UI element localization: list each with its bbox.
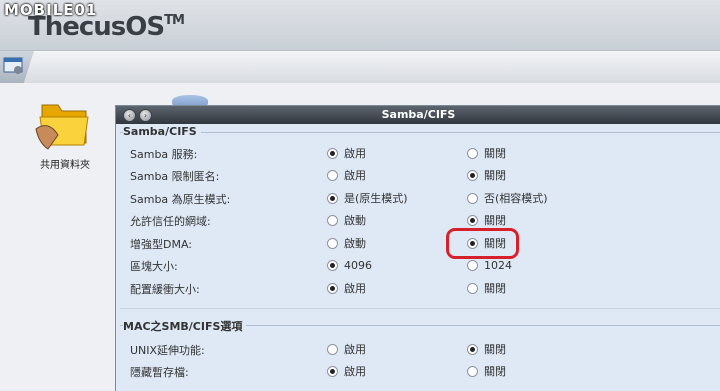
block-size-label: 區塊大小:	[130, 260, 178, 273]
trusted-domain-disable-radio[interactable]: 關閉	[467, 214, 506, 228]
block-size-1024-radio[interactable]: 1024	[467, 259, 512, 273]
window-titlebar: Samba/CIFS	[116, 106, 720, 124]
samba-anon-label: Samba 限制匿名:	[130, 170, 220, 183]
samba-service-label: Samba 服務:	[130, 148, 198, 161]
samba-native-yes-radio[interactable]: 是(原生模式)	[327, 192, 408, 206]
buffer-size-disable-radio[interactable]: 關閉	[467, 282, 506, 296]
block-size-4096-radio[interactable]: 4096	[327, 259, 372, 273]
section-divider	[120, 132, 720, 133]
red-highlight-annotation	[446, 228, 519, 259]
window-title: Samba/CIFS	[381, 108, 456, 121]
unix-ext-label: UNIX延伸功能:	[130, 344, 205, 357]
shared-folder-desktop-icon[interactable]	[34, 95, 94, 154]
samba-cifs-window: Samba/CIFS ‹ › Samba/CIFS Samba 服務: 啟用 關…	[115, 105, 720, 391]
hide-temp-disable-radio[interactable]: 關閉	[467, 365, 506, 379]
forward-arrow-icon[interactable]: ›	[139, 109, 152, 122]
shared-folder-label[interactable]: 共用資料夾	[30, 156, 100, 171]
trusted-domain-label: 允許信任的網域:	[130, 215, 211, 228]
network-settings-icon	[3, 57, 23, 74]
top-banner: ThecusOSTM MOBILE01	[0, 0, 720, 50]
watermark: MOBILE01	[4, 1, 98, 19]
samba-anon-enable-radio[interactable]: 啟用	[327, 169, 366, 183]
trusted-domain-enable-radio[interactable]: 啟動	[327, 214, 366, 228]
unix-ext-disable-radio[interactable]: 關閉	[467, 343, 506, 357]
buffer-size-label: 配置緩衝大小:	[130, 283, 200, 296]
shared-folder-icon	[35, 104, 89, 150]
network-settings-button[interactable]	[0, 51, 34, 83]
section-title-samba: Samba/CIFS	[123, 125, 201, 138]
samba-native-no-radio[interactable]: 否(相容模式)	[467, 192, 548, 206]
hide-temp-enable-radio[interactable]: 啟用	[327, 365, 366, 379]
buffer-size-enable-radio[interactable]: 啟用	[327, 282, 366, 296]
section-title-mac: MAC之SMB/CIFS選項	[123, 318, 247, 334]
back-arrow-icon[interactable]: ‹	[123, 109, 136, 122]
section-separator	[120, 308, 720, 309]
samba-native-label: Samba 為原生模式:	[130, 193, 231, 206]
enhanced-dma-label: 增強型DMA:	[130, 238, 192, 251]
samba-service-enable-radio[interactable]: 啟用	[327, 147, 366, 161]
toolbar	[0, 50, 720, 84]
unix-ext-enable-radio[interactable]: 啟用	[327, 343, 366, 357]
samba-service-disable-radio[interactable]: 關閉	[467, 147, 506, 161]
enhanced-dma-enable-radio[interactable]: 啟動	[327, 237, 366, 251]
samba-anon-disable-radio[interactable]: 關閉	[467, 169, 506, 183]
hide-temp-label: 隱藏暫存檔:	[130, 366, 189, 379]
